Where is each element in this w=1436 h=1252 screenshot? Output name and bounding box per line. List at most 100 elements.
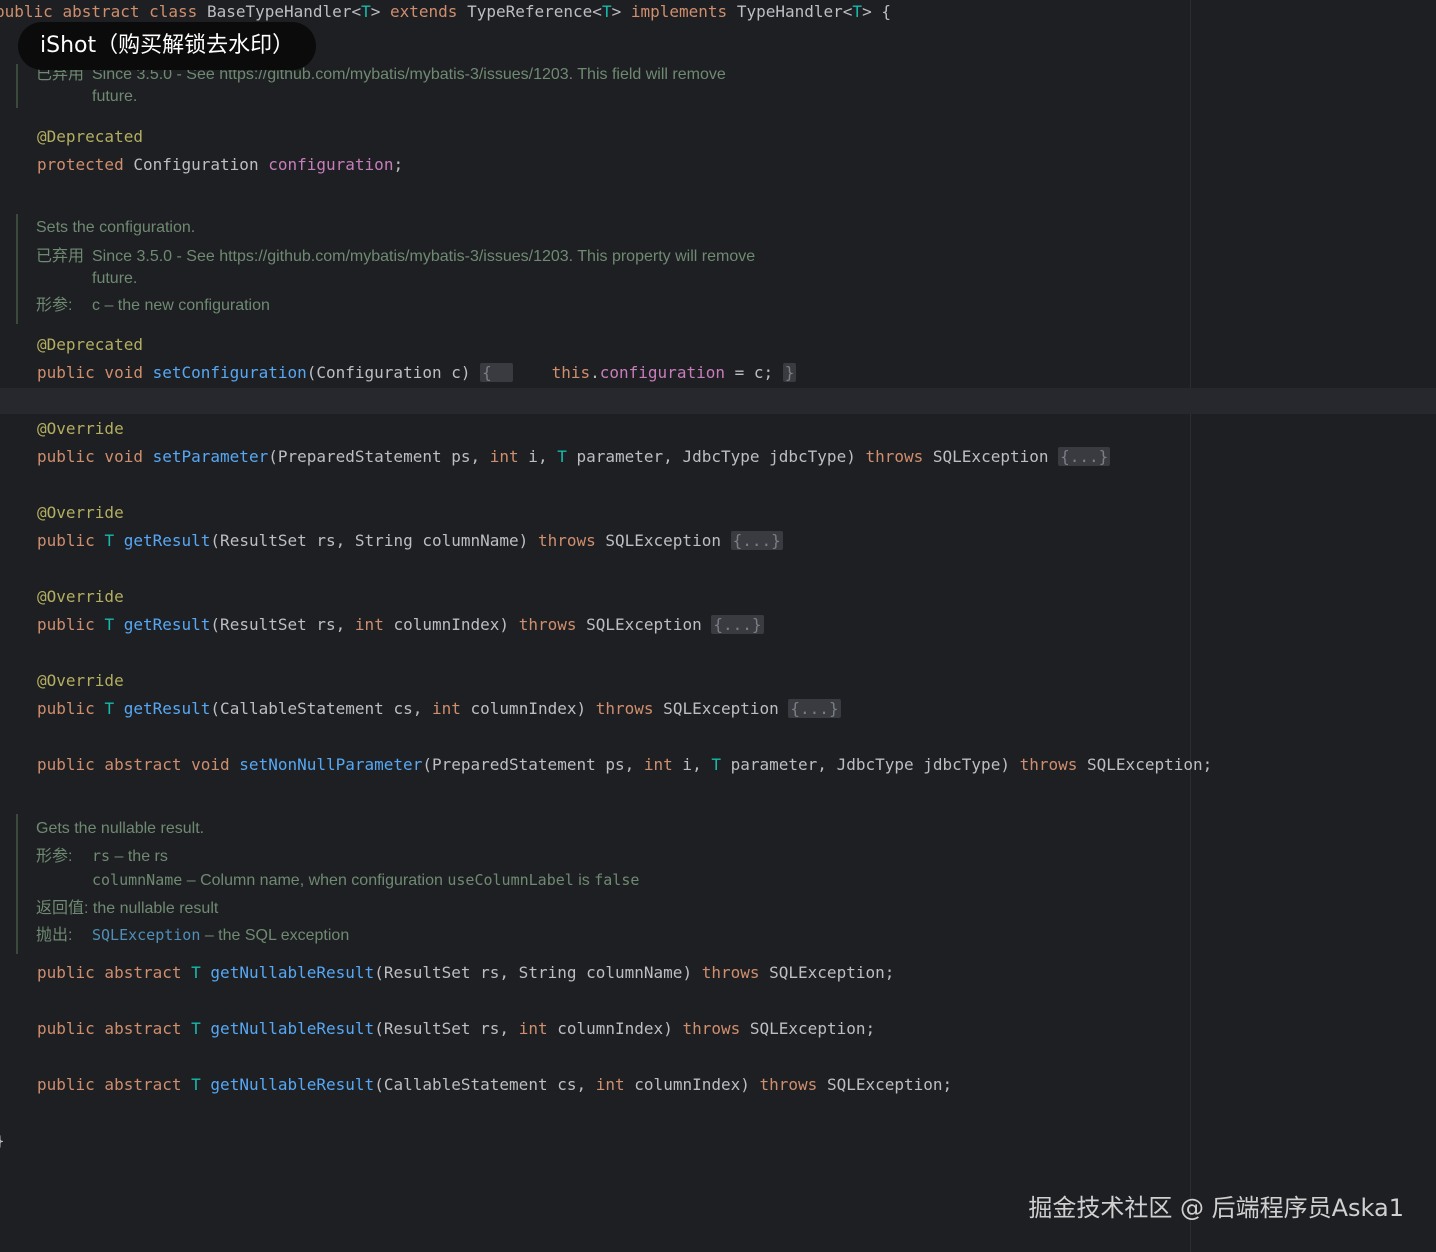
- keyword: extends: [390, 2, 458, 21]
- method-get-result-name[interactable]: public T getResult(ResultSet rs, String …: [37, 530, 783, 552]
- type-param: T: [191, 963, 201, 982]
- fold-open-brace[interactable]: {: [480, 363, 514, 382]
- method-name: setConfiguration: [152, 363, 307, 382]
- keyword: abstract: [62, 2, 140, 21]
- punct: = c;: [724, 363, 774, 382]
- keyword: public: [0, 2, 53, 21]
- keyword: public: [37, 615, 95, 634]
- keyword: public abstract: [37, 1075, 182, 1094]
- exception-link[interactable]: SQLException: [92, 926, 200, 944]
- keyword: int: [518, 1019, 548, 1038]
- param-text: – Column name, when configuration: [182, 872, 448, 889]
- doc-summary: Gets the nullable result.: [36, 820, 205, 837]
- method-get-nullable-result-name[interactable]: public abstract T getNullableResult(Resu…: [37, 962, 894, 984]
- class-declaration[interactable]: public abstract class BaseTypeHandler<T>…: [0, 1, 891, 23]
- exception: SQLException;: [759, 963, 895, 982]
- method-name: getNullableResult: [210, 963, 375, 982]
- folded-body[interactable]: {...}: [1058, 447, 1111, 466]
- param-name: rs: [92, 847, 111, 865]
- method-name: setParameter: [152, 447, 269, 466]
- method-name: getNullableResult: [210, 1075, 375, 1094]
- method-set-parameter[interactable]: public void setParameter(PreparedStateme…: [37, 446, 1111, 468]
- annotation: @Override: [37, 671, 124, 690]
- method-get-nullable-result-index[interactable]: public abstract T getNullableResult(Resu…: [37, 1018, 875, 1040]
- doc-summary: Sets the configuration.: [36, 219, 196, 236]
- keyword: public: [37, 699, 95, 718]
- setter-declaration[interactable]: public void setConfiguration(Configurati…: [37, 362, 797, 384]
- params: (PreparedStatement ps,: [268, 447, 490, 466]
- type-param: T: [191, 1019, 201, 1038]
- field-annotation: @Deprecated: [37, 126, 143, 148]
- params: i,: [672, 755, 712, 774]
- doc-text: future.: [92, 88, 138, 105]
- keyword: int: [431, 699, 461, 718]
- params: (ResultSet rs,: [210, 615, 355, 634]
- annotation: @Override: [37, 419, 124, 438]
- field-name: configuration: [268, 155, 394, 174]
- method-name: setNonNullParameter: [239, 755, 423, 774]
- keyword: throws: [537, 531, 596, 550]
- keyword: public: [37, 531, 95, 550]
- exception: SQLException;: [740, 1019, 876, 1038]
- return-text: the nullable result: [92, 900, 219, 917]
- keyword: public void: [37, 363, 143, 382]
- param-text: c – the new configuration: [92, 297, 270, 314]
- type-param: T: [104, 615, 115, 634]
- throws-label: 抛出:: [36, 927, 73, 944]
- keyword: protected: [37, 155, 124, 174]
- punct: .: [590, 363, 600, 382]
- params: columnIndex): [460, 699, 596, 718]
- keyword: int: [595, 1075, 625, 1094]
- params: columnIndex): [624, 1075, 760, 1094]
- param-text: – the rs: [110, 848, 168, 865]
- params: parameter, JdbcType jdbcType): [566, 447, 866, 466]
- exception: SQLException;: [817, 1075, 953, 1094]
- keyword: public abstract void: [37, 755, 230, 774]
- doc-text: Since 3.5.0 - See https://github.com/myb…: [92, 248, 756, 265]
- punct: >: [370, 2, 381, 21]
- keyword: throws: [518, 615, 577, 634]
- method-get-nullable-result-callable[interactable]: public abstract T getNullableResult(Call…: [37, 1074, 952, 1096]
- type-param: T: [852, 2, 863, 21]
- badge-text: iShot（购买解锁去水印）: [40, 33, 295, 58]
- keyword: this: [551, 363, 591, 382]
- field-declaration[interactable]: protected Configuration configuration;: [37, 154, 403, 176]
- class-name: BaseTypeHandler<: [206, 2, 362, 21]
- param-label: 形参:: [36, 297, 73, 314]
- folded-body[interactable]: {...}: [730, 531, 783, 550]
- field-name: configuration: [599, 363, 725, 382]
- param-label: 形参:: [36, 848, 73, 865]
- type-param: T: [361, 2, 371, 21]
- params: (CallableStatement cs,: [210, 699, 432, 718]
- method-annotation: @Override: [37, 502, 124, 524]
- method-name: getNullableResult: [210, 1019, 375, 1038]
- punct: >: [611, 2, 622, 21]
- method-get-result-index[interactable]: public T getResult(ResultSet rs, int col…: [37, 614, 764, 636]
- params: (PreparedStatement ps,: [422, 755, 644, 774]
- method-name: getResult: [123, 531, 211, 550]
- type-param: T: [104, 699, 115, 718]
- param-text: is: [573, 872, 595, 889]
- punct: }: [0, 1131, 5, 1150]
- watermark-text: 掘金技术社区 @ 后端程序员Aska1: [1028, 1194, 1404, 1222]
- keyword: int: [643, 755, 673, 774]
- class-closing-brace: }: [0, 1130, 5, 1152]
- keyword: throws: [682, 1019, 741, 1038]
- folded-body[interactable]: {...}: [711, 615, 764, 634]
- folded-body[interactable]: {...}: [788, 699, 841, 718]
- type-param: T: [711, 755, 721, 774]
- method-set-non-null-parameter[interactable]: public abstract void setNonNullParameter…: [37, 754, 1212, 776]
- method-get-result-callable[interactable]: public T getResult(CallableStatement cs,…: [37, 698, 841, 720]
- throws-text: – the SQL exception: [200, 927, 350, 944]
- juejin-watermark: 掘金技术社区 @ 后端程序员Aska1: [1028, 1188, 1404, 1223]
- punct: ;: [393, 155, 404, 174]
- keyword: public void: [37, 447, 143, 466]
- right-margin-guide: [1190, 0, 1191, 1252]
- code-ref: useColumnLabel: [447, 871, 574, 889]
- keyword: implements: [630, 2, 728, 21]
- javadoc-nullable: Gets the nullable result. 形参: rs – the rs…: [16, 814, 639, 954]
- keyword: throws: [595, 699, 654, 718]
- fold-close-brace[interactable]: }: [782, 363, 797, 382]
- keyword: int: [489, 447, 519, 466]
- exception: SQLException: [595, 531, 731, 550]
